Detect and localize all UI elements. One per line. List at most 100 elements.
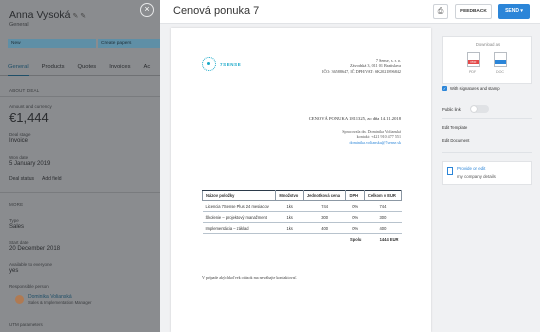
stage-new[interactable]: New <box>8 39 96 48</box>
edit-pencil-icon[interactable]: ✎ ✎ <box>72 13 86 20</box>
sum-value: 1444 EUR <box>379 236 399 242</box>
document-preview-modal: Cenová ponuka 7 ⎙ FEEDBACK SEND ▾ 7SENSE… <box>160 0 540 332</box>
table-sum-row: Spolu 1444 EUR <box>203 234 402 245</box>
modal-header: Cenová ponuka 7 ⎙ FEEDBACK SEND ▾ <box>160 0 540 24</box>
cell: 0% <box>345 222 365 234</box>
provide-title: Provide or edit <box>457 166 486 171</box>
logo-text: 7SENSE <box>220 61 242 67</box>
closing-note: V prípade akýchkoľvek otázok ma neváhajt… <box>202 275 298 280</box>
cell: 400 <box>303 222 346 234</box>
print-button[interactable]: ⎙ <box>433 4 448 19</box>
close-icon: × <box>144 4 150 14</box>
more-heading: MORE <box>9 202 24 207</box>
printer-icon: ⎙ <box>437 8 444 15</box>
contact-sub: General <box>9 22 29 28</box>
items-table: Názov položky Množstvo Jednotková cena D… <box>201 190 403 245</box>
utm-label: UTM parameters <box>9 322 43 327</box>
cell: 744 <box>303 200 346 212</box>
responsible-person[interactable]: Dominika Volianská Sales & Implementatio… <box>15 294 92 305</box>
logo-icon <box>202 57 216 71</box>
document-icon <box>447 167 453 175</box>
company-logo: 7SENSE <box>202 57 241 71</box>
divider <box>442 118 532 119</box>
signature-option[interactable]: ✓ With signatures and stamp <box>442 86 500 91</box>
chevron-down-icon: ▾ <box>520 8 523 14</box>
col-header: Názov položky <box>201 190 277 201</box>
public-link-label: Public link <box>442 106 461 112</box>
doc-badge <box>495 60 506 64</box>
table-row: Licencia 7Sense Plus 24 mesiacov 1ks 744… <box>202 200 402 212</box>
tab-products[interactable]: Products <box>42 58 65 76</box>
deal-tabs: General Products Quotes Invoices Ac <box>0 58 160 76</box>
field-links: Deal status Add field <box>9 176 61 182</box>
pdf-download-icon[interactable]: PDF <box>467 52 480 67</box>
close-date-label: Won date <box>9 155 29 160</box>
cell: 0% <box>345 211 365 223</box>
pdf-label: PDF <box>468 60 479 64</box>
stage-bar: New Create papers <box>0 39 160 48</box>
download-card: Download as PDF PDF DOC <box>442 36 532 84</box>
about-heading: ABOUT DEAL <box>9 88 40 93</box>
add-field-link[interactable]: Add field <box>42 176 61 182</box>
tab-activities[interactable]: Ac <box>143 58 150 76</box>
doc-download-icon[interactable] <box>494 52 507 67</box>
type-value: Sales <box>9 224 25 230</box>
cell: 1ks <box>275 222 304 234</box>
cell: 1ks <box>275 200 304 212</box>
contact-name: Anna Vysoká ✎ ✎ <box>9 9 87 21</box>
tab-quotes[interactable]: Quotes <box>78 58 97 76</box>
pdf-caption: PDF <box>469 70 477 74</box>
edit-template-link[interactable]: Edit Template <box>442 125 467 130</box>
signature-label: With signatures and stamp <box>450 86 500 91</box>
contact-block: Spracovala dn. Dominika Volianská kontak… <box>291 129 401 145</box>
table-row: Školenie – projektový manažment 1ks 300 … <box>202 211 402 223</box>
doc-caption: DOC <box>496 70 504 74</box>
send-button[interactable]: SEND ▾ <box>498 4 530 19</box>
amount-label: Amount and currency <box>9 104 52 109</box>
tab-invoices[interactable]: Invoices <box>109 58 130 76</box>
col-header: DPH <box>345 190 365 201</box>
sum-label: Spolu <box>350 236 362 242</box>
document-page: 7SENSE 7 Sense, s. r. o. Závodská 3, 011… <box>171 28 431 332</box>
provide-company-details[interactable]: Provide or edit my company details <box>442 161 532 185</box>
available-label: Available to everyone <box>9 262 52 267</box>
cell: 300 <box>364 211 402 223</box>
close-modal-button[interactable]: × <box>140 3 154 17</box>
provide-sub: my company details <box>457 174 496 179</box>
cell: 0% <box>345 200 365 212</box>
public-link-option[interactable]: Public link <box>442 105 489 113</box>
col-header: Jednotková cena <box>302 190 347 201</box>
download-caption: Download as <box>475 42 501 47</box>
person-role: Sales & Implementation Manager <box>28 300 92 305</box>
avatar <box>15 295 24 304</box>
stage-create-papers[interactable]: Create papers <box>98 39 160 48</box>
contact-email: dominika.volianska@7sense.sk <box>349 139 401 145</box>
deal-status-link[interactable]: Deal status <box>9 176 34 182</box>
table-row: Implementácia – základ 1ks 400 0% 400 <box>202 222 402 234</box>
table-header-row: Názov položky Množstvo Jednotková cena D… <box>201 190 403 201</box>
amount-value: €1,444 <box>9 110 49 125</box>
divider <box>442 152 532 153</box>
document-options-panel: Download as PDF PDF DOC ✓ With signature… <box>442 28 536 332</box>
company-address: 7 Sense, s. r. o. Závodská 3, 011 01 Bra… <box>301 58 401 74</box>
responsible-label: Responsible person <box>9 284 49 289</box>
cell: 1ks <box>275 211 304 223</box>
stage-value: Invoice <box>9 138 29 144</box>
col-header: Množstvo <box>275 190 304 201</box>
tab-general[interactable]: General <box>8 58 29 76</box>
modal-title: Cenová ponuka 7 <box>173 5 260 17</box>
close-date-value: 5 January 2019 <box>9 161 51 167</box>
cell: Licencia 7Sense Plus 24 mesiacov <box>202 200 276 212</box>
checkbox-icon[interactable]: ✓ <box>442 86 447 91</box>
col-header: Celkom v EUR <box>363 190 403 201</box>
feedback-button[interactable]: FEEDBACK <box>455 4 492 19</box>
edit-document-link[interactable]: Edit Document <box>442 138 469 143</box>
stage-label: Deal stage <box>9 132 31 137</box>
cell: 400 <box>364 222 402 234</box>
cell: Implementácia – základ <box>202 222 276 234</box>
start-date-label: Start date <box>9 240 29 245</box>
public-link-toggle[interactable] <box>469 105 489 113</box>
cell: Školenie – projektový manažment <box>202 211 276 223</box>
send-label: SEND <box>505 8 519 14</box>
divider <box>0 96 160 97</box>
